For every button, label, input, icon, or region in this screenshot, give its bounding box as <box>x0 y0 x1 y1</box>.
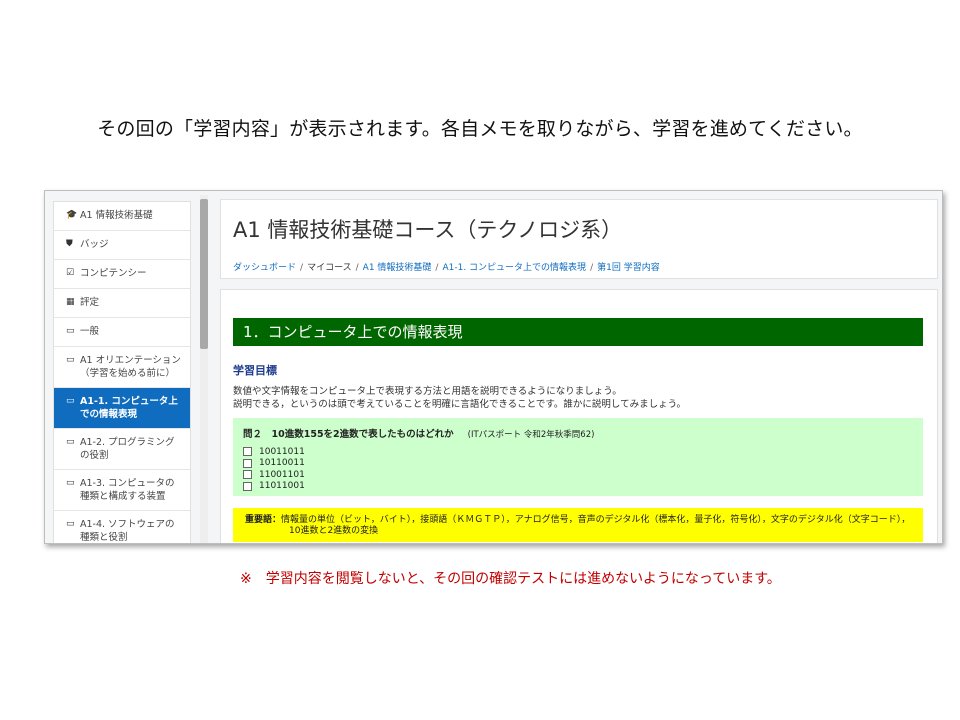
goals-line: 数値や文字情報をコンピュータ上で表現する方法と用語を説明できるようになりましょう… <box>233 386 622 397</box>
breadcrumb-current-page[interactable]: 第1回 学習内容 <box>597 263 660 273</box>
key-terms-line2: 10進数と2進数の変換 <box>289 526 379 536</box>
sidebar-item[interactable]: ▭ A1-2. プログラミング の役割 <box>54 429 190 470</box>
sidebar-item-label: 評定 <box>80 297 100 308</box>
lms-screenshot: 🎓 A1 情報技術基礎 ⛊ バッジ ☑ コンピテンシー ▦ 評定 ▭ 一般 ▭ A1 オリエンテーショ… <box>44 190 943 544</box>
checkbox[interactable] <box>243 481 252 491</box>
quiz-source: (ITパスポート 令和2年秋季問62) <box>467 430 595 440</box>
folder-icon: ▭ <box>66 326 75 336</box>
sidebar-item[interactable]: ▭ A1-3. コンピュータの 種類と構成する装置 <box>54 470 190 511</box>
breadcrumb-my-courses[interactable]: マイコース <box>307 263 352 273</box>
content-area: 1．コンピュータ上での情報表現 学習目標 数値や文字情報をコンピュータ上で表現す… <box>220 289 938 543</box>
scrollbar-thumb[interactable] <box>200 199 208 349</box>
slide-footnote: ※ 学習内容を閲覧しないと、その回の確認テストには進めないようになっています。 <box>240 571 781 587</box>
graduation-cap-icon: 🎓 <box>66 210 78 220</box>
quiz-options: 10011011 10110011 11001101 11011001 <box>243 446 305 492</box>
checkbox[interactable] <box>243 447 252 457</box>
folder-icon: ▭ <box>66 355 75 365</box>
checkbox[interactable] <box>243 458 252 468</box>
sidebar-item-label: A1 オリエンテーション （学習を始める前に） <box>80 355 181 379</box>
quiz-option[interactable]: 10110011 <box>243 458 305 470</box>
breadcrumb-dashboard[interactable]: ダッシュボード <box>233 263 296 273</box>
section-title: 1．コンピュータ上での情報表現 <box>233 318 923 346</box>
folder-icon: ▭ <box>66 396 75 406</box>
sidebar-item-label: A1-3. コンピュータの 種類と構成する装置 <box>80 478 175 502</box>
quiz-option[interactable]: 11011001 <box>243 481 305 493</box>
sidebar-item[interactable]: ⛊ バッジ <box>54 231 190 260</box>
goals-line: 説明できる，というのは頭で考えていることを明確に言語化できることです。誰かに説明… <box>233 399 687 410</box>
sidebar-item-label: A1-4. ソフトウェアの 種類と役割 <box>80 519 175 543</box>
sidebar-item-label: バッジ <box>80 239 109 250</box>
sidebar-scrollbar[interactable] <box>200 195 208 543</box>
sidebar-item[interactable]: ▭ A1-1. コンピュータ上 での情報表現 <box>54 388 190 429</box>
quiz-option[interactable]: 10011011 <box>243 446 305 458</box>
sidebar-item-label: A1-1. コンピュータ上 での情報表現 <box>80 396 178 420</box>
breadcrumb-course[interactable]: A1 情報技術基礎 <box>363 263 432 273</box>
page-title: A1 情報技術基礎コース（テクノロジ系） <box>233 218 623 242</box>
course-sidebar: 🎓 A1 情報技術基礎 ⛊ バッジ ☑ コンピテンシー ▦ 評定 ▭ 一般 ▭ A1 オリエンテーショ… <box>53 201 191 543</box>
option-label: 10011011 <box>259 446 305 457</box>
checkbox[interactable] <box>243 470 252 480</box>
option-label: 11011001 <box>259 481 305 492</box>
folder-icon: ▭ <box>66 478 75 488</box>
sidebar-item-label: A1 情報技術基礎 <box>80 210 153 221</box>
sidebar-item-label: コンピテンシー <box>80 268 147 279</box>
quiz-option[interactable]: 11001101 <box>243 469 305 481</box>
folder-icon: ▭ <box>66 519 75 529</box>
key-terms-line1: 情報量の単位（ビット，バイト），接頭語（ＫＭＧＴＰ），アナログ信号，音声のデジタ… <box>281 515 911 525</box>
breadcrumb: ダッシュボード / マイコース / A1 情報技術基礎 / A1-1. コンピュータ上での情… <box>233 263 660 273</box>
sidebar-item[interactable]: ☑ コンピテンシー <box>54 260 190 289</box>
key-terms-box: 重要語：情報量の単位（ビット，バイト），接頭語（ＫＭＧＴＰ），アナログ信号，音声… <box>233 508 923 542</box>
sidebar-item[interactable]: ▭ A1-4. ソフトウェアの 種類と役割 <box>54 511 190 543</box>
option-label: 11001101 <box>259 469 305 480</box>
sidebar-item[interactable]: ▭ A1 オリエンテーション （学習を始める前に） <box>54 347 190 388</box>
quiz-question-text: 問２ 10進数155を2進数で表したものはどれか <box>243 429 454 440</box>
slide-headline: その回の「学習内容」が表示されます。各自メモを取りながら、学習を進めてください。 <box>97 118 863 140</box>
key-terms-label: 重要語： <box>245 515 282 525</box>
sidebar-item-label: 一般 <box>80 326 100 337</box>
sidebar-item[interactable]: 🎓 A1 情報技術基礎 <box>54 202 190 231</box>
key-terms: 重要語：情報量の単位（ビット，バイト），接頭語（ＫＭＧＴＰ），アナログ信号，音声… <box>245 515 910 537</box>
option-label: 10110011 <box>259 458 305 469</box>
breadcrumb-section[interactable]: A1-1. コンピュータ上での情報表現 <box>442 263 586 273</box>
checkbox-icon: ☑ <box>66 268 75 278</box>
sidebar-item[interactable]: ▦ 評定 <box>54 289 190 318</box>
sidebar-item[interactable]: ▭ 一般 <box>54 318 190 347</box>
page-header: A1 情報技術基礎コース（テクノロジ系） ダッシュボード / マイコース / A1 情報… <box>220 199 938 279</box>
sidebar-item-label: A1-2. プログラミング の役割 <box>80 437 175 461</box>
folder-icon: ▭ <box>66 437 75 447</box>
goals-heading: 学習目標 <box>233 364 277 377</box>
shield-icon: ⛊ <box>66 239 73 249</box>
quiz-box: 問２ 10進数155を2進数で表したものはどれか (ITパスポート 令和2年秋季問… <box>233 418 923 496</box>
quiz-question: 問２ 10進数155を2進数で表したものはどれか (ITパスポート 令和2年秋季問… <box>243 426 594 440</box>
table-icon: ▦ <box>66 297 75 307</box>
